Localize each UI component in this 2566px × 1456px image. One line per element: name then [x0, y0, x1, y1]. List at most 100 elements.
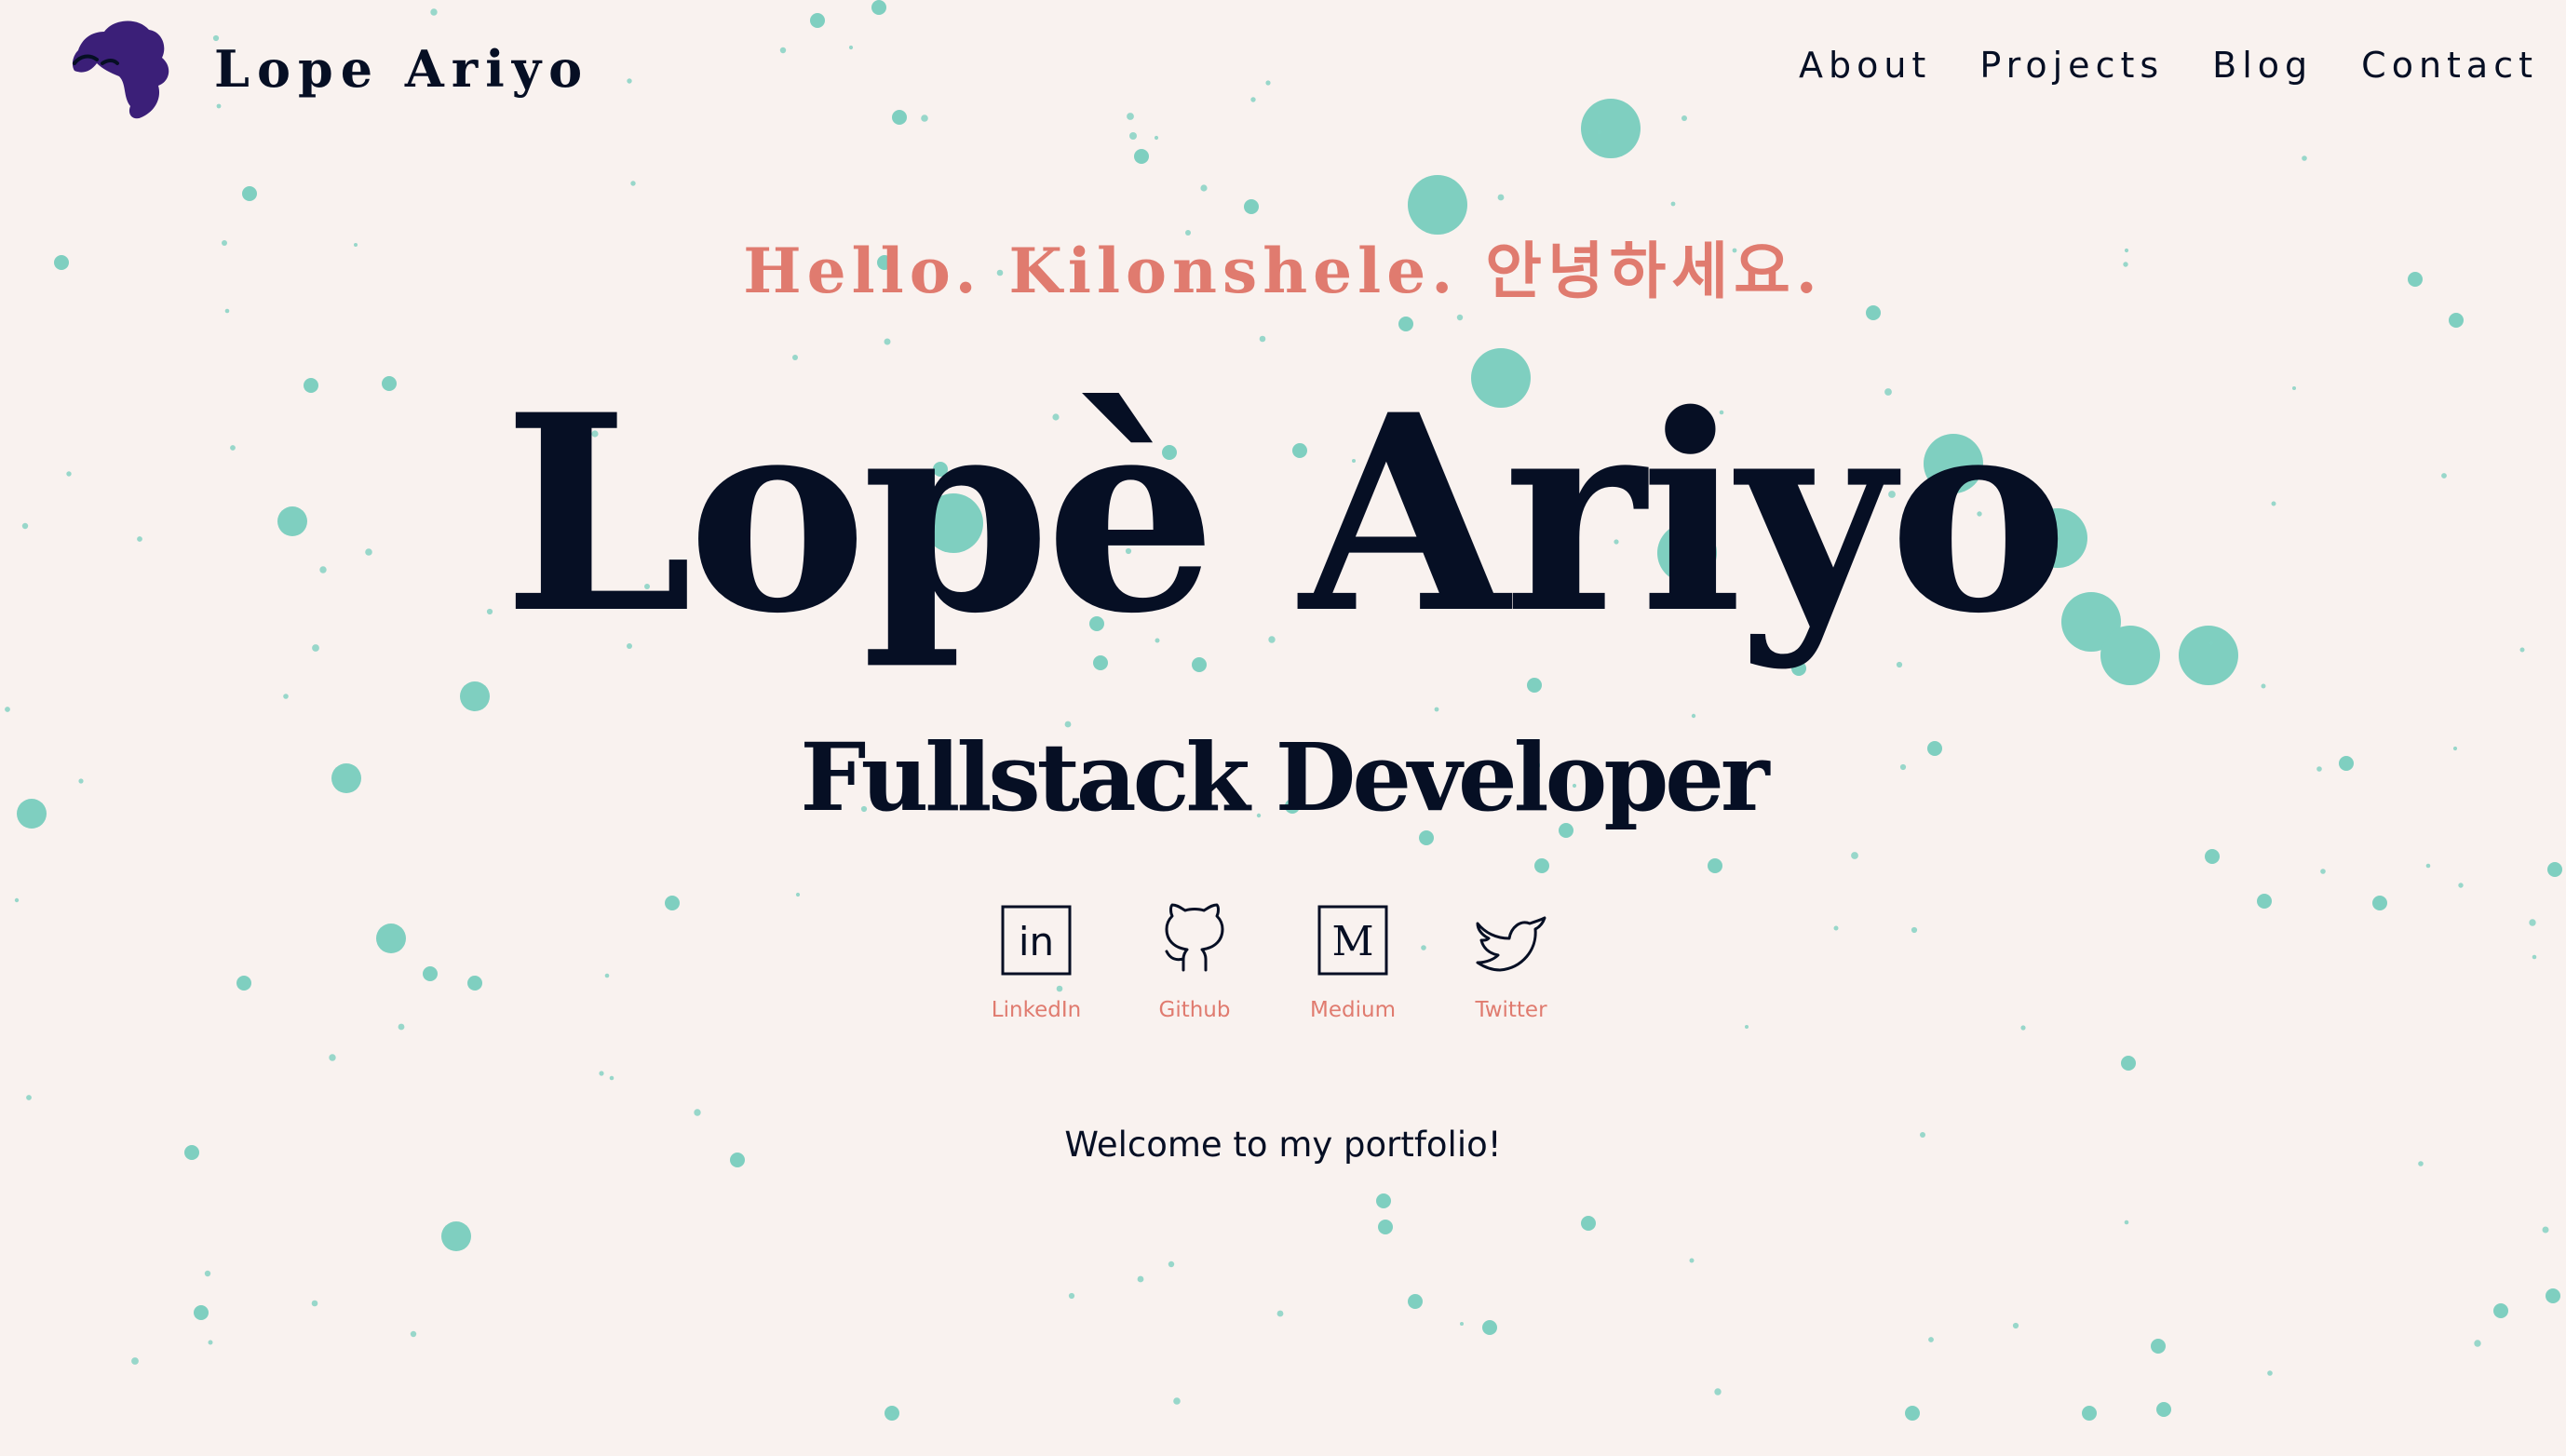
particle-dot: [1851, 852, 1858, 859]
github-icon: [1165, 903, 1224, 972]
particle-dot: [236, 976, 251, 991]
particle-dot: [1408, 1294, 1423, 1309]
particle-dot: [2372, 896, 2387, 910]
particle-dot: [1137, 1275, 1144, 1283]
hero-greeting: Hello. Kilonshele. 안녕하세요.: [743, 235, 1823, 307]
particle-dot: [665, 896, 680, 910]
welcome-message: Welcome to my portfolio!: [1064, 1125, 1502, 1165]
particle-dot: [1581, 99, 1641, 158]
social-links: in LinkedIn Github M Medium Twitter: [957, 901, 1590, 1022]
particle-dot: [630, 181, 636, 186]
particle-dot: [1456, 314, 1464, 321]
particle-dot: [1129, 132, 1137, 140]
particle-dot: [1398, 317, 1413, 331]
medium-link[interactable]: M Medium: [1274, 901, 1432, 1022]
svg-text:M: M: [1331, 918, 1373, 965]
particle-dot: [2542, 1226, 2549, 1234]
particle-dot: [2320, 869, 2326, 874]
particle-dot: [1497, 194, 1505, 201]
particle-dot: [1244, 199, 1259, 214]
particle-dot: [609, 1075, 614, 1081]
particle-dot: [14, 897, 20, 903]
particle-dot: [1928, 1337, 1934, 1342]
particle-dot: [2151, 1339, 2166, 1354]
particle-dot: [398, 1023, 405, 1031]
particle-dot: [410, 1330, 417, 1338]
particle-dot: [1276, 1310, 1284, 1317]
particle-dot: [1265, 80, 1271, 86]
particle-dot: [2302, 155, 2307, 161]
particle-dot: [204, 1270, 211, 1277]
particle-dot: [1127, 113, 1134, 120]
particle-dot: [2012, 1322, 2019, 1329]
particle-dot: [194, 1305, 209, 1320]
particle-dot: [1670, 201, 1676, 207]
particle-dot: [884, 338, 891, 345]
particle-dot: [2267, 1370, 2273, 1376]
particle-dot: [2529, 919, 2536, 926]
particle-dot: [26, 1095, 32, 1100]
particle-dot: [1681, 115, 1687, 121]
twitter-label: Twitter: [1475, 998, 1547, 1022]
hero-name: Lopè Ariyo: [503, 357, 2068, 673]
twitter-link[interactable]: Twitter: [1432, 901, 1590, 1022]
particle-dot: [2257, 894, 2272, 909]
particle-dot: [1259, 335, 1266, 343]
particle-dot: [2474, 1340, 2481, 1347]
particle-dot: [2546, 1288, 2560, 1303]
particle-dot: [2205, 849, 2220, 864]
linkedin-icon: in: [1001, 905, 1072, 976]
particle-dot: [2121, 1056, 2136, 1071]
particle-dot: [467, 976, 482, 991]
particle-dot: [2124, 1220, 2129, 1225]
medium-label: Medium: [1310, 998, 1396, 1022]
particle-dot: [795, 892, 801, 897]
particle-dot: [460, 681, 490, 711]
linkedin-link[interactable]: in LinkedIn: [957, 901, 1115, 1022]
particle-dot: [2449, 313, 2464, 328]
particle-dot: [1527, 678, 1542, 693]
particle-dot: [1434, 707, 1439, 712]
particle-dot: [1154, 135, 1159, 141]
nav-projects-link[interactable]: Projects: [1979, 45, 2164, 86]
particle-dot: [376, 923, 406, 953]
particle-dot: [329, 1054, 336, 1061]
particle-dot: [283, 694, 289, 699]
particle-dot: [2082, 1406, 2097, 1421]
particle-dot: [131, 1357, 139, 1365]
particle-dot: [1534, 858, 1549, 873]
particle-dot: [627, 78, 632, 84]
particle-dot: [2547, 862, 2562, 877]
particle-dot: [2493, 1303, 2508, 1318]
particle-dot: [871, 0, 886, 15]
particle-dot: [1168, 1261, 1175, 1268]
nav-about-link[interactable]: About: [1799, 45, 1931, 86]
particle-dot: [1597, 129, 1602, 135]
particle-dot: [2425, 863, 2431, 869]
particle-dot: [1689, 1258, 1695, 1263]
github-link[interactable]: Github: [1115, 901, 1274, 1022]
svg-text:in: in: [1019, 919, 1054, 964]
particle-dot: [1134, 149, 1149, 164]
nav-blog-link[interactable]: Blog: [2212, 45, 2313, 86]
particle-dot: [1250, 97, 1256, 102]
particle-dot: [5, 707, 10, 712]
particle-dot: [1173, 1397, 1181, 1405]
particle-dot: [2156, 1402, 2171, 1417]
nav-contact-link[interactable]: Contact: [2361, 45, 2538, 86]
particle-dot: [921, 115, 928, 122]
main-nav: About Projects Blog Contact: [1799, 45, 2538, 86]
particle-dot: [1905, 1406, 1920, 1421]
particle-dot: [423, 966, 438, 981]
brand-name: Lope Ariyo: [214, 39, 590, 99]
particle-dot: [848, 45, 854, 50]
brand-home-link[interactable]: Lope Ariyo: [65, 15, 589, 123]
particle-dot: [441, 1221, 471, 1251]
particle-dot: [1378, 1220, 1393, 1234]
avatar-logo-icon: [72, 20, 169, 119]
github-label: Github: [1158, 998, 1231, 1022]
particle-dot: [1376, 1193, 1391, 1208]
particle-dot: [1745, 1025, 1749, 1029]
particle-dot: [2261, 683, 2266, 689]
particle-dot: [1068, 1292, 1075, 1300]
